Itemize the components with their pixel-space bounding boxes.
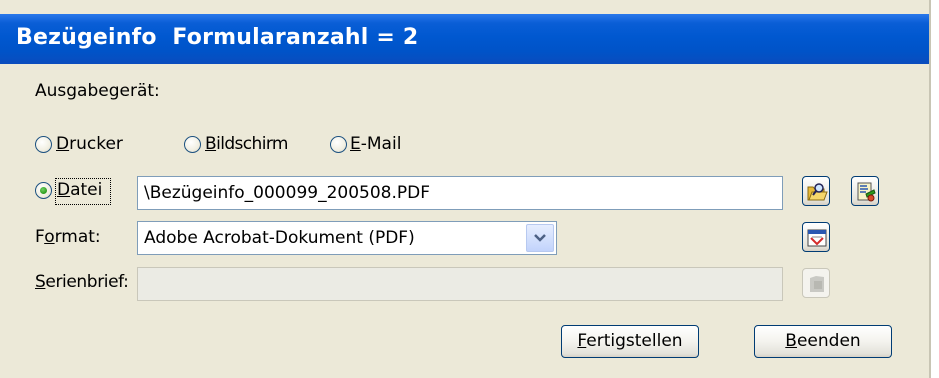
- radio-datei-label[interactable]: Datei: [57, 180, 102, 200]
- quit-button[interactable]: Beenden: [754, 325, 892, 358]
- radio-datei[interactable]: [35, 182, 52, 199]
- open-file-button[interactable]: [851, 176, 879, 206]
- finish-button[interactable]: Fertigstellen: [561, 325, 699, 358]
- title-bar[interactable]: Bezügeinfo Formularanzahl = 2: [0, 14, 929, 64]
- radio-email-label[interactable]: E-Mail: [350, 134, 401, 154]
- file-path-input[interactable]: \Bezügeinfo_000099_200508.PDF: [137, 176, 783, 210]
- window-title: Bezügeinfo Formularanzahl = 2: [16, 25, 419, 50]
- folder-search-icon: [807, 183, 828, 201]
- radio-bildschirm[interactable]: [184, 136, 201, 153]
- output-device-label: Ausgabegerät:: [35, 81, 160, 101]
- radio-drucker-label[interactable]: Drucker: [56, 134, 123, 154]
- dropdown-button[interactable]: [526, 224, 554, 252]
- serienbrief-input: [137, 267, 783, 301]
- file-tools-icon: [857, 182, 876, 202]
- radio-drucker[interactable]: [35, 136, 52, 153]
- radio-email[interactable]: [330, 136, 347, 153]
- format-label: Format:: [35, 227, 101, 247]
- template-icon: [810, 276, 824, 292]
- format-select[interactable]: Adobe Acrobat-Dokument (PDF): [137, 221, 557, 255]
- serienbrief-button: [802, 268, 830, 298]
- format-options-button[interactable]: [802, 222, 830, 252]
- browse-file-button[interactable]: [802, 176, 830, 206]
- chevron-down-icon: [534, 234, 546, 242]
- radio-selected-dot: [40, 187, 47, 194]
- serienbrief-label: Serienbrief:: [35, 272, 129, 292]
- dialog-window: Bezügeinfo Formularanzahl = 2 Ausgabeger…: [0, 0, 931, 378]
- radio-bildschirm-label[interactable]: Bildschirm: [205, 134, 288, 154]
- format-properties-icon: [807, 229, 827, 247]
- format-selected-value: Adobe Acrobat-Dokument (PDF): [144, 228, 415, 248]
